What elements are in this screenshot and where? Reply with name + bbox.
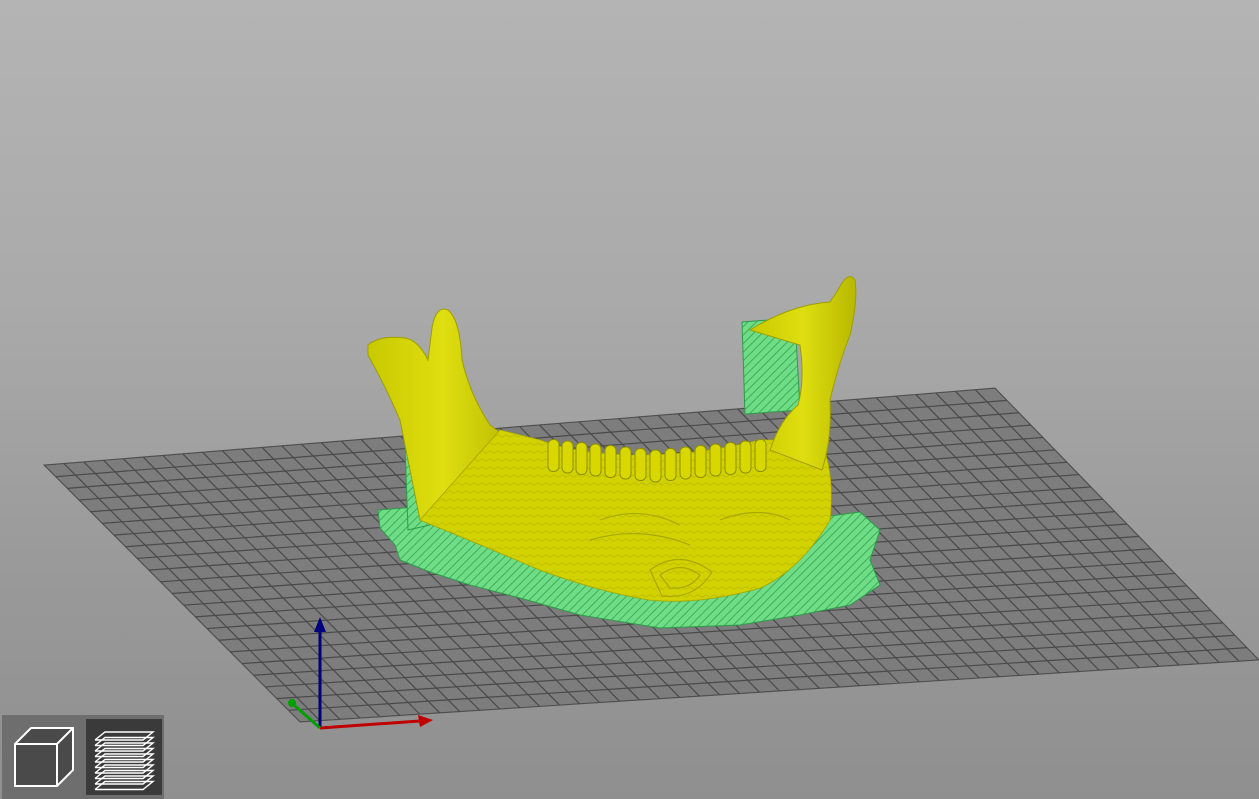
view-toggle-bar xyxy=(2,715,164,799)
3d-viewport[interactable] xyxy=(0,0,1259,799)
scene-canvas[interactable] xyxy=(0,0,1259,799)
preview-layers-button[interactable] xyxy=(86,719,162,795)
layers-icon xyxy=(94,731,155,791)
cube-icon xyxy=(14,727,74,787)
x-axis xyxy=(319,719,421,730)
3d-view-button[interactable] xyxy=(6,719,82,795)
